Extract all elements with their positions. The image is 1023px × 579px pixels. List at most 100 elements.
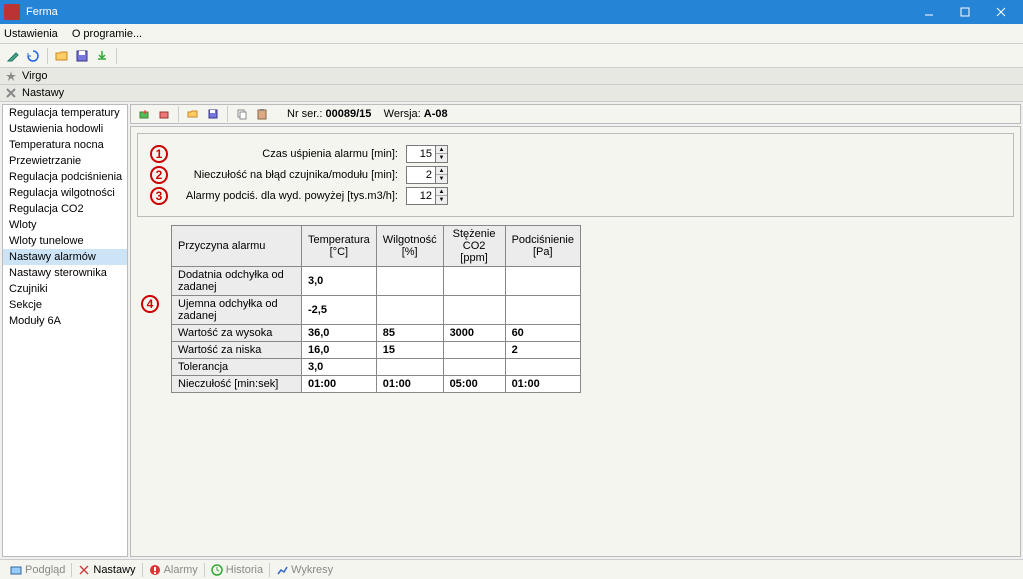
badge-4: 4 [141, 295, 159, 313]
sidebar-item[interactable]: Moduły 6A [3, 313, 127, 329]
sidebar-item[interactable]: Przewietrzanie [3, 153, 127, 169]
sidebar-item[interactable]: Regulacja podciśnienia [3, 169, 127, 185]
vacuum-label: Alarmy podciś. dla wyd. powyżej [tys.m3/… [178, 190, 398, 202]
maximize-button[interactable] [947, 1, 983, 23]
settings-fieldset: 1 Czas uśpienia alarmu [min]: ▲▼ 2 Niecz… [137, 133, 1014, 217]
sidebar-item[interactable]: Sekcje [3, 297, 127, 313]
add-icon[interactable] [135, 105, 153, 123]
refresh-icon[interactable] [24, 47, 42, 65]
up-icon[interactable]: ▲ [436, 167, 447, 175]
badge-3: 3 [150, 187, 168, 205]
table-cell[interactable] [505, 359, 580, 376]
edit-icon[interactable] [4, 47, 22, 65]
up-icon[interactable]: ▲ [436, 146, 447, 154]
table-cell[interactable]: 2 [505, 342, 580, 359]
sidebar-item[interactable]: Nastawy sterownika [3, 265, 127, 281]
copy-icon[interactable] [233, 105, 251, 123]
table-header: Przyczyna alarmu [172, 226, 302, 267]
table-row: Wartość za wysoka36,085300060 [172, 325, 581, 342]
table-header: Stężenie CO2[ppm] [443, 226, 505, 267]
separator [204, 563, 205, 577]
sidebar-item[interactable]: Regulacja CO2 [3, 201, 127, 217]
tab-podglad[interactable]: Podgląd [6, 564, 69, 576]
badge-1: 1 [150, 145, 168, 163]
separator [47, 48, 48, 64]
sleep-spinner[interactable]: ▲▼ [406, 145, 448, 163]
down-icon[interactable]: ▼ [436, 154, 447, 162]
table-cell[interactable] [505, 296, 580, 325]
save-icon[interactable] [204, 105, 222, 123]
table-cell[interactable]: -2,5 [302, 296, 377, 325]
table-cell[interactable] [376, 267, 443, 296]
separator [269, 563, 270, 577]
delete-icon[interactable] [155, 105, 173, 123]
vacuum-spinner[interactable]: ▲▼ [406, 187, 448, 205]
sidebar-item[interactable]: Nastawy alarmów [3, 249, 127, 265]
table-cell[interactable]: 16,0 [302, 342, 377, 359]
paste-icon[interactable] [253, 105, 271, 123]
sidebar-item[interactable]: Temperatura nocna [3, 137, 127, 153]
separator [71, 563, 72, 577]
table-cell[interactable]: 3,0 [302, 267, 377, 296]
save-icon[interactable] [73, 47, 91, 65]
down-icon[interactable]: ▼ [436, 196, 447, 204]
window-title: Ferma [26, 6, 911, 18]
virgo-panel-head[interactable]: Virgo [0, 68, 1023, 85]
main-toolbar [0, 44, 1023, 68]
table-cell[interactable] [443, 359, 505, 376]
table-row: Tolerancja3,0 [172, 359, 581, 376]
sidebar-item[interactable]: Ustawienia hodowli [3, 121, 127, 137]
vacuum-input[interactable] [407, 190, 435, 202]
download-icon[interactable] [93, 47, 111, 65]
row-label: Wartość za niska [172, 342, 302, 359]
open-icon[interactable] [53, 47, 71, 65]
badge-2: 2 [150, 166, 168, 184]
row-label: Tolerancja [172, 359, 302, 376]
insens-label: Nieczułość na błąd czujnika/modułu [min]… [178, 169, 398, 181]
insens-spinner[interactable]: ▲▼ [406, 166, 448, 184]
table-cell[interactable]: 36,0 [302, 325, 377, 342]
table-cell[interactable]: 01:00 [376, 376, 443, 393]
table-cell[interactable]: 3,0 [302, 359, 377, 376]
table-cell[interactable]: 05:00 [443, 376, 505, 393]
separator [142, 563, 143, 577]
table-cell[interactable] [376, 296, 443, 325]
table-cell[interactable]: 15 [376, 342, 443, 359]
sidebar-item[interactable]: Czujniki [3, 281, 127, 297]
app-icon [4, 4, 20, 20]
menu-about[interactable]: O programie... [72, 28, 142, 40]
sidebar-item[interactable]: Regulacja wilgotności [3, 185, 127, 201]
table-cell[interactable]: 60 [505, 325, 580, 342]
main-panel: 1 Czas uśpienia alarmu [min]: ▲▼ 2 Niecz… [130, 126, 1021, 557]
tab-alarmy[interactable]: Alarmy [145, 564, 202, 576]
table-cell[interactable] [505, 267, 580, 296]
up-icon[interactable]: ▲ [436, 188, 447, 196]
sidebar-item[interactable]: Regulacja temperatury [3, 105, 127, 121]
open-icon[interactable] [184, 105, 202, 123]
table-cell[interactable]: 3000 [443, 325, 505, 342]
insens-input[interactable] [407, 169, 435, 181]
table-cell[interactable] [443, 296, 505, 325]
table-cell[interactable]: 85 [376, 325, 443, 342]
table-cell[interactable] [443, 267, 505, 296]
row-label: Nieczułość [min:sek] [172, 376, 302, 393]
separator [178, 106, 179, 122]
table-cell[interactable] [443, 342, 505, 359]
minimize-button[interactable] [911, 1, 947, 23]
menu-settings[interactable]: Ustawienia [4, 28, 58, 40]
table-header: Wilgotność[%] [376, 226, 443, 267]
table-cell[interactable]: 01:00 [505, 376, 580, 393]
separator [227, 106, 228, 122]
tab-nastawy[interactable]: Nastawy [74, 564, 139, 576]
sleep-input[interactable] [407, 148, 435, 160]
table-cell[interactable] [376, 359, 443, 376]
sidebar-item[interactable]: Wloty [3, 217, 127, 233]
sidebar-item[interactable]: Wloty tunelowe [3, 233, 127, 249]
tab-wykresy[interactable]: Wykresy [272, 564, 337, 576]
sidebar: Regulacja temperaturyUstawienia hodowliT… [2, 104, 128, 557]
tab-historia[interactable]: Historia [207, 564, 267, 576]
close-button[interactable] [983, 1, 1019, 23]
table-cell[interactable]: 01:00 [302, 376, 377, 393]
nastawy-panel-head[interactable]: Nastawy [0, 85, 1023, 102]
down-icon[interactable]: ▼ [436, 175, 447, 183]
